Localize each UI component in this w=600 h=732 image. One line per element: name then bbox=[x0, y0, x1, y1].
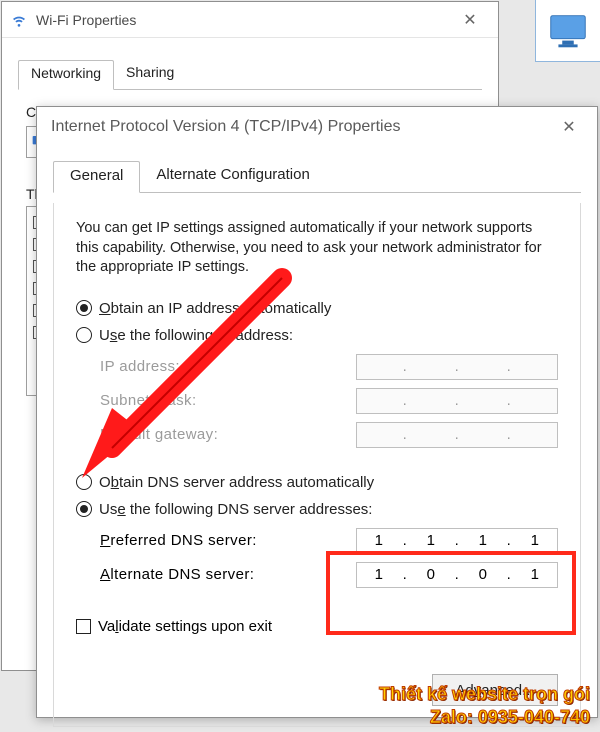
radio-icon bbox=[76, 300, 92, 316]
info-text: You can get IP settings assigned automat… bbox=[76, 219, 558, 278]
watermark-line1: Thiết kế website trọn gói bbox=[379, 683, 590, 706]
wifi-tabs: Networking Sharing bbox=[18, 60, 482, 90]
subnet-row: Subnet mask: ... bbox=[100, 384, 558, 418]
radio-use-ip[interactable]: Use the following IP address:Use the fol… bbox=[76, 327, 558, 344]
gateway-field: ... bbox=[356, 422, 558, 448]
gateway-row: Default gateway: ... bbox=[100, 418, 558, 452]
ipv4-tabs: General Alternate Configuration bbox=[53, 161, 581, 193]
preferred-dns-label: Preferred DNS server:Preferred DNS serve… bbox=[100, 532, 356, 549]
radio-use-dns[interactable]: Use the following DNS server addresses:U… bbox=[76, 501, 558, 518]
watermark-line2: Zalo: 0935-040-740 bbox=[379, 706, 590, 729]
radio-obtain-ip-auto[interactable]: Obtain an IP address automaticallyObtain… bbox=[76, 300, 558, 317]
display-thumb bbox=[535, 0, 600, 62]
ip-address-row: IP address: ... bbox=[100, 350, 558, 384]
ipv4-title: Internet Protocol Version 4 (TCP/IPv4) P… bbox=[51, 118, 400, 136]
general-panel: You can get IP settings assigned automat… bbox=[53, 203, 581, 727]
alternate-dns-label: Alternate DNS server:Alternate DNS serve… bbox=[100, 566, 356, 583]
wifi-icon bbox=[10, 11, 28, 29]
preferred-dns-row: Preferred DNS server:Preferred DNS serve… bbox=[100, 524, 558, 558]
watermark: Thiết kế website trọn gói Zalo: 0935-040… bbox=[379, 683, 590, 728]
ip-address-label: IP address: bbox=[100, 358, 356, 375]
radio-label: Obtain an IP address automaticallyObtain… bbox=[99, 300, 331, 317]
tab-alternate-config[interactable]: Alternate Configuration bbox=[140, 161, 325, 192]
alternate-dns-row: Alternate DNS server:Alternate DNS serve… bbox=[100, 558, 558, 592]
gateway-label: Default gateway: bbox=[100, 426, 356, 443]
radio-label: Use the following IP address:Use the fol… bbox=[99, 327, 293, 344]
radio-obtain-dns-auto[interactable]: Obtain DNS server address automaticallyO… bbox=[76, 474, 558, 491]
ipv4-properties-window: Internet Protocol Version 4 (TCP/IPv4) P… bbox=[36, 106, 598, 718]
radio-icon bbox=[76, 501, 92, 517]
ip-address-field: ... bbox=[356, 354, 558, 380]
subnet-field: ... bbox=[356, 388, 558, 414]
tab-general[interactable]: General bbox=[53, 161, 140, 193]
ipv4-titlebar: Internet Protocol Version 4 (TCP/IPv4) P… bbox=[37, 107, 597, 147]
alternate-dns-field[interactable]: 1. 0. 0. 1 bbox=[356, 562, 558, 588]
radio-icon bbox=[76, 474, 92, 490]
subnet-label: Subnet mask: bbox=[100, 392, 356, 409]
close-icon[interactable]: ✕ bbox=[448, 4, 492, 36]
validate-checkbox[interactable]: Validate settings upon exitValidate sett… bbox=[76, 618, 558, 635]
wifi-title: Wi-Fi Properties bbox=[36, 12, 136, 28]
tab-networking[interactable]: Networking bbox=[18, 60, 114, 90]
radio-label: Obtain DNS server address automaticallyO… bbox=[99, 474, 374, 491]
validate-label: Validate settings upon exitValidate sett… bbox=[98, 618, 272, 635]
preferred-dns-field[interactable]: 1. 1. 1. 1 bbox=[356, 528, 558, 554]
radio-icon bbox=[76, 327, 92, 343]
wifi-titlebar: Wi-Fi Properties ✕ bbox=[2, 2, 498, 38]
tab-sharing[interactable]: Sharing bbox=[114, 60, 186, 89]
radio-label: Use the following DNS server addresses:U… bbox=[99, 501, 372, 518]
close-icon[interactable]: ✕ bbox=[547, 111, 591, 143]
checkbox-icon bbox=[76, 619, 91, 634]
